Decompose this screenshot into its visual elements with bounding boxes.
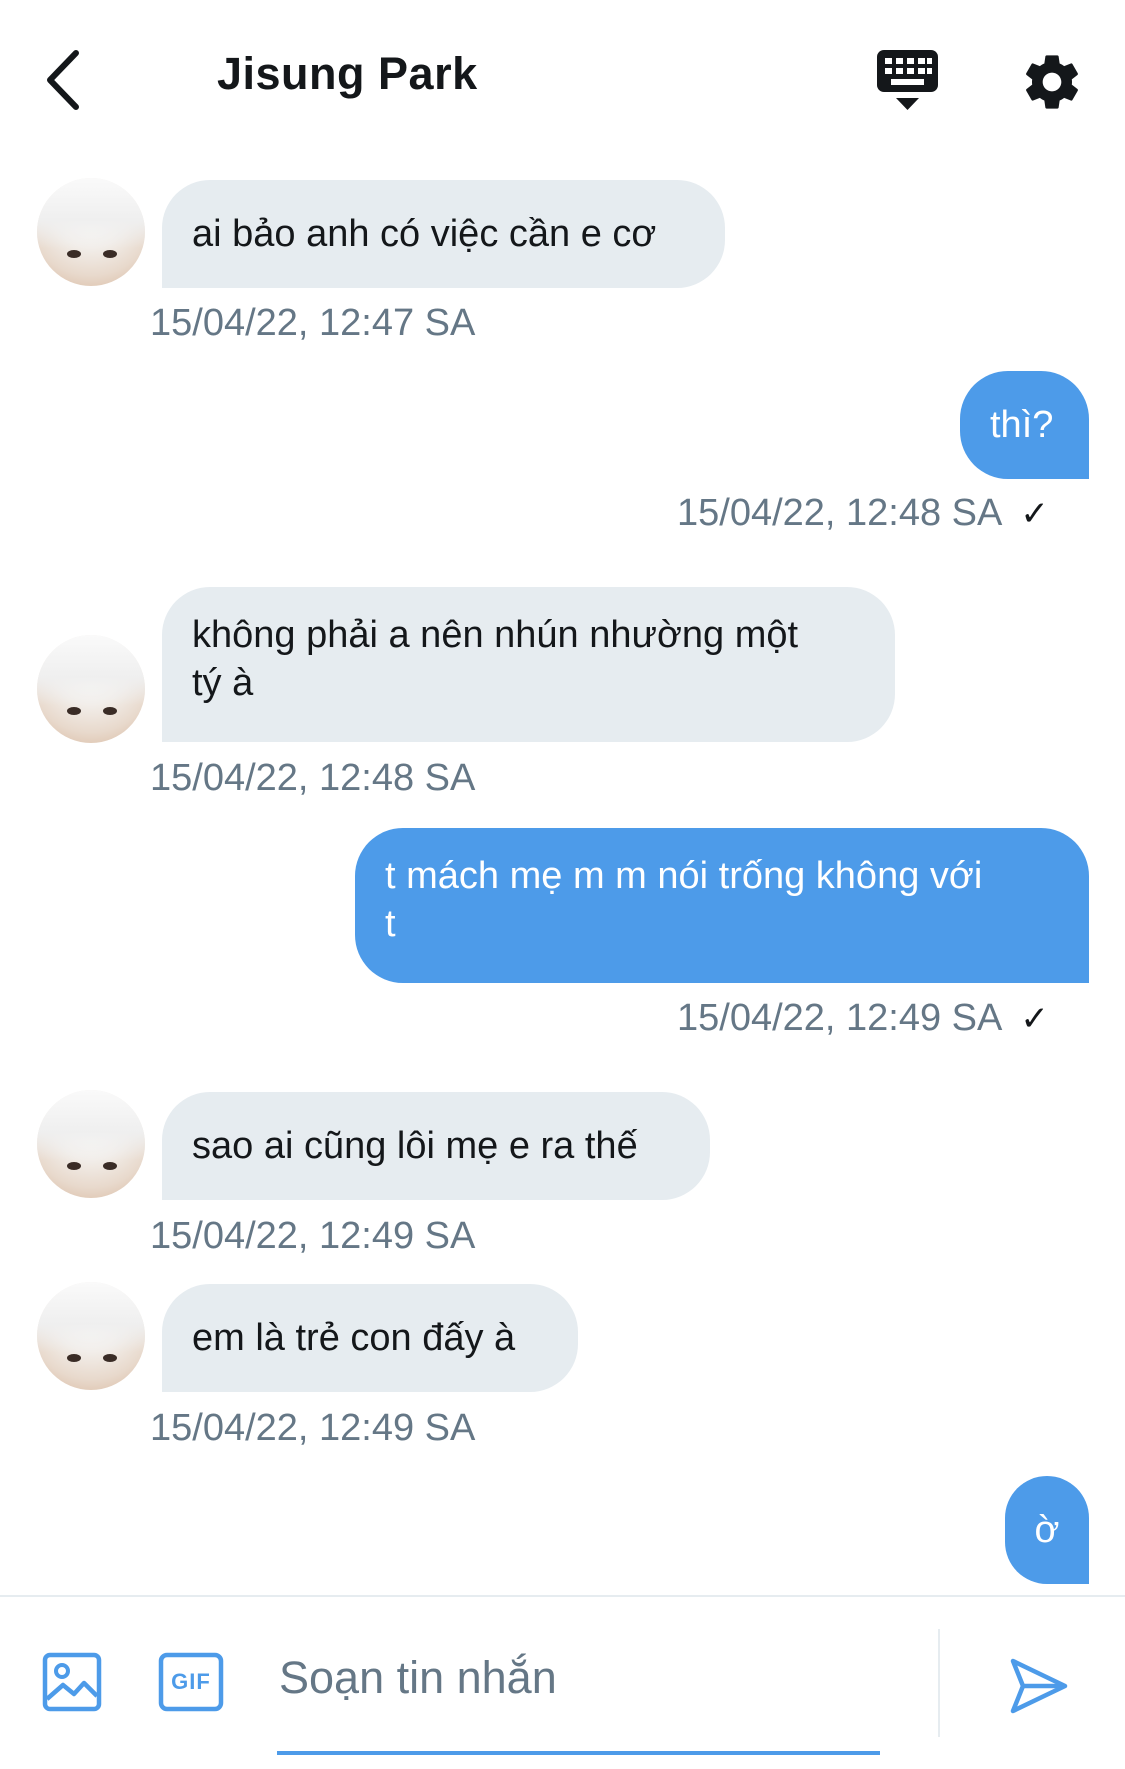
conversation-header: Jisung Park bbox=[0, 0, 1125, 165]
input-focus-underline bbox=[277, 1751, 880, 1755]
avatar[interactable] bbox=[37, 1282, 145, 1390]
message-time: 15/04/22, 12:49 SA bbox=[677, 997, 1003, 1039]
message-bubble-incoming[interactable]: không phải a nên nhún nhường một tý à bbox=[162, 587, 895, 742]
message-bubble-outgoing[interactable]: ờ bbox=[1005, 1476, 1089, 1584]
message-bubble-incoming[interactable]: ai bảo anh có việc cần e cơ bbox=[162, 180, 725, 288]
settings-button[interactable] bbox=[1020, 50, 1084, 114]
image-icon bbox=[42, 1652, 102, 1712]
avatar[interactable] bbox=[37, 178, 145, 286]
message-text-line: tý à bbox=[192, 662, 254, 704]
add-gif-button[interactable]: GIF bbox=[158, 1652, 224, 1712]
message-timestamp: 15/04/22, 12:49 SA bbox=[150, 1407, 476, 1449]
gear-icon bbox=[1026, 55, 1078, 109]
message-timestamp: 15/04/22, 12:48 SA ✓ bbox=[677, 492, 1049, 535]
message-text: em là trẻ con đấy à bbox=[192, 1317, 516, 1359]
message-list[interactable]: ai bảo anh có việc cần e cơ 15/04/22, 12… bbox=[0, 165, 1125, 1595]
composer-divider bbox=[938, 1629, 940, 1737]
send-icon bbox=[1010, 1658, 1068, 1714]
message-bubble-outgoing[interactable]: thì? bbox=[960, 371, 1089, 479]
avatar[interactable] bbox=[37, 1090, 145, 1198]
message-timestamp: 15/04/22, 12:49 SA ✓ bbox=[677, 997, 1049, 1040]
send-button[interactable] bbox=[1008, 1655, 1070, 1717]
message-text: sao ai cũng lôi mẹ e ra thế bbox=[192, 1125, 638, 1167]
keyboard-shortcuts-button[interactable] bbox=[875, 48, 940, 118]
message-composer: GIF bbox=[0, 1595, 1125, 1769]
message-bubble-outgoing[interactable]: t mách mẹ m m nói trống không với t bbox=[355, 828, 1089, 983]
message-text-line: t bbox=[385, 903, 396, 945]
keyboard-icon bbox=[877, 50, 938, 110]
message-text-line: không phải a nên nhún nhường một bbox=[192, 614, 799, 656]
avatar[interactable] bbox=[37, 635, 145, 743]
message-time: 15/04/22, 12:48 SA bbox=[677, 492, 1003, 534]
message-text: ờ bbox=[1034, 1509, 1060, 1551]
message-input[interactable] bbox=[277, 1627, 881, 1729]
conversation-title: Jisung Park bbox=[217, 48, 478, 99]
message-timestamp: 15/04/22, 12:48 SA bbox=[150, 757, 476, 799]
message-timestamp: 15/04/22, 12:49 SA bbox=[150, 1215, 476, 1257]
message-bubble-incoming[interactable]: em là trẻ con đấy à bbox=[162, 1284, 578, 1392]
back-button[interactable] bbox=[40, 45, 90, 115]
sent-check-icon: ✓ bbox=[1020, 495, 1049, 533]
message-text: ai bảo anh có việc cần e cơ bbox=[192, 213, 657, 255]
gif-label: GIF bbox=[171, 1669, 211, 1694]
add-photo-button[interactable] bbox=[42, 1652, 102, 1712]
sent-check-icon: ✓ bbox=[1020, 1000, 1049, 1038]
chevron-left-icon bbox=[47, 50, 79, 110]
message-bubble-incoming[interactable]: sao ai cũng lôi mẹ e ra thế bbox=[162, 1092, 710, 1200]
message-text-line: t mách mẹ m m nói trống không với bbox=[385, 855, 983, 897]
message-timestamp: 15/04/22, 12:47 SA bbox=[150, 302, 476, 344]
message-text: thì? bbox=[990, 404, 1054, 446]
